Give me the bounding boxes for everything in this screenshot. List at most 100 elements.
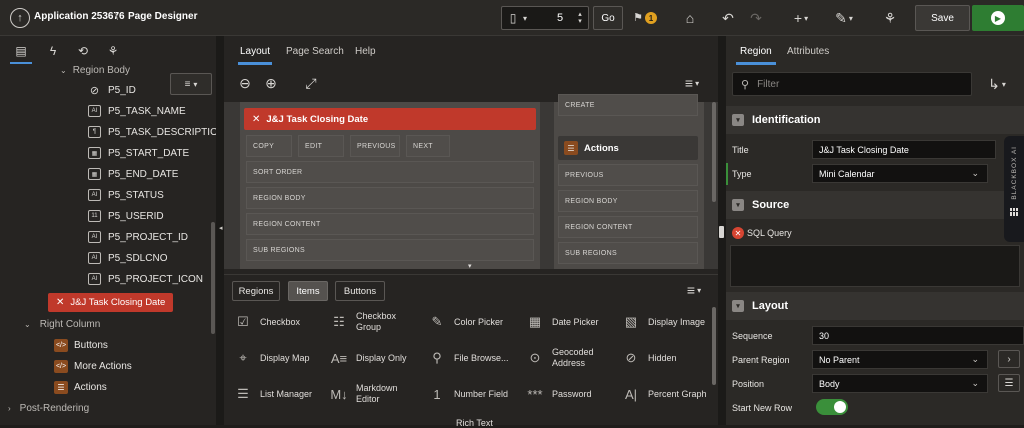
tree-menu-button[interactable]: ≡ ▾ xyxy=(170,73,212,95)
stepper-icon[interactable]: ▴ ▾ xyxy=(574,9,586,27)
gallery-item-partial[interactable]: Rich Text xyxy=(456,418,493,428)
tree-node-item[interactable]: 11 P5_USERID xyxy=(88,206,164,226)
go-button[interactable]: Go xyxy=(593,6,623,30)
tree-node-post-rendering[interactable]: › Post-Rendering xyxy=(8,398,89,418)
collapse-right-icon[interactable] xyxy=(719,226,724,238)
tree-node-item[interactable]: AI P5_PROJECT_ID xyxy=(88,227,188,247)
gallery-item[interactable]: ✎ Color Picker xyxy=(426,311,520,333)
shared-components-tab-icon[interactable]: ⚘ xyxy=(104,42,122,60)
gallery-scrollbar[interactable] xyxy=(712,307,716,385)
tree-node-item[interactable]: ▦ P5_END_DATE xyxy=(88,164,178,184)
go-to-parent-button[interactable]: › xyxy=(998,350,1020,368)
shared-components-icon[interactable]: ⚘ xyxy=(880,8,900,28)
slot-copy[interactable]: COPY xyxy=(246,135,292,157)
gallery-item[interactable]: M↓ Markdown Editor xyxy=(328,383,422,405)
collapse-left-icon[interactable]: ◂ xyxy=(219,224,223,232)
body-slot[interactable]: REGION CONTENT xyxy=(246,213,534,235)
layout-menu-icon[interactable]: ≡ ▾ xyxy=(678,74,706,92)
gallery-item[interactable]: A≡ Display Only xyxy=(328,347,422,369)
expand-icon[interactable]: ⤢ xyxy=(302,74,320,92)
gallery-item[interactable]: ▧ Display Image xyxy=(620,311,714,333)
save-button[interactable]: Save xyxy=(915,5,970,31)
run-page-button[interactable]: ▶ xyxy=(972,5,1024,31)
section-source[interactable]: ▾ Source xyxy=(726,191,1024,219)
create-menu-icon[interactable]: + ▾ xyxy=(788,8,814,28)
tree-node-item[interactable]: AI P5_SDLCNO xyxy=(88,248,167,268)
body-slot[interactable]: REGION BODY xyxy=(246,187,534,209)
tab-help[interactable]: Help xyxy=(355,46,376,57)
tree-node-region-body[interactable]: ⌄ Region Body xyxy=(60,60,130,80)
parent-region-select[interactable]: No Parent ⌄ xyxy=(812,350,988,369)
gallery-item[interactable]: *** Password xyxy=(524,383,618,405)
app-home-icon[interactable]: ↑ xyxy=(10,8,30,28)
tab-layout[interactable]: Layout xyxy=(240,46,270,57)
sql-query-editor[interactable] xyxy=(730,245,1020,287)
zoom-out-icon[interactable]: ⊖ xyxy=(236,74,254,92)
rendering-tab-icon[interactable]: ▤ xyxy=(12,42,30,60)
tree-node-item[interactable]: ▦ P5_START_DATE xyxy=(88,143,189,163)
slot-next[interactable]: NEXT xyxy=(406,135,450,157)
actions-region-header[interactable]: ☰ Actions xyxy=(558,136,698,160)
zoom-in-icon[interactable]: ⊕ xyxy=(262,74,280,92)
gallery-item[interactable]: ☰ List Manager xyxy=(232,383,326,405)
right-column-slot[interactable]: REGION BODY xyxy=(558,190,698,212)
gallery-menu-icon[interactable]: ≡ ▾ xyxy=(680,281,708,299)
utilities-wrench-icon[interactable]: ✎ ▾ xyxy=(830,8,858,28)
tree-node-buttons[interactable]: </> Buttons xyxy=(54,335,108,355)
tree-node-actions[interactable]: ☰ Actions xyxy=(54,377,107,397)
title-input[interactable]: J&J Task Closing Date xyxy=(812,140,996,159)
left-scrollbar[interactable] xyxy=(211,222,215,334)
position-list-button[interactable]: ☰ xyxy=(998,374,1020,392)
tree-node-item[interactable]: AI P5_PROJECT_ICON xyxy=(88,269,203,289)
right-column-slot[interactable]: PREVIOUS xyxy=(558,164,698,186)
redo-icon[interactable]: ↷ xyxy=(746,8,766,28)
app-title-link[interactable]: Application 253676 xyxy=(34,11,125,22)
warning-icon[interactable]: ⚑ xyxy=(631,9,645,25)
blackbox-ai-side-tab[interactable]: BLACKBOX AI xyxy=(1004,136,1024,242)
dynamic-actions-icon[interactable]: ϟ xyxy=(44,42,62,60)
tab-region[interactable]: Region xyxy=(740,46,772,57)
gallery-item[interactable]: ▦ Date Picker xyxy=(524,311,618,333)
go-to-group-icon[interactable]: ↳ ▾ xyxy=(982,74,1012,94)
start-new-row-toggle[interactable] xyxy=(816,399,848,415)
right-column-slot[interactable]: REGION CONTENT xyxy=(558,216,698,238)
page-number-input[interactable]: 5 xyxy=(557,12,563,24)
page-selector[interactable]: ▯ ▾ 5 ▴ ▾ xyxy=(501,6,589,30)
gallery-item[interactable]: ☷ Checkbox Group xyxy=(328,311,422,333)
gallery-item[interactable]: ⌖ Display Map xyxy=(232,347,326,369)
body-slot[interactable]: SUB REGIONS xyxy=(246,239,534,261)
undo-icon[interactable]: ↶ xyxy=(718,8,738,28)
gallery-tab-items[interactable]: Items xyxy=(288,281,328,301)
gallery-item[interactable]: ☑ Checkbox xyxy=(232,311,326,333)
chevron-down-icon[interactable]: ▾ xyxy=(520,11,530,25)
filter-input[interactable]: ⚲ Filter xyxy=(732,72,972,96)
gallery-item[interactable]: A| Percent Graph xyxy=(620,383,714,405)
tree-node-item[interactable]: AI P5_TASK_NAME xyxy=(88,101,186,121)
position-select[interactable]: Body ⌄ xyxy=(812,374,988,393)
slot-create[interactable]: CREATE xyxy=(558,94,698,116)
sequence-input[interactable]: 30 xyxy=(812,326,1024,345)
type-select[interactable]: Mini Calendar ⌄ xyxy=(812,164,988,183)
body-slot[interactable]: SORT ORDER xyxy=(246,161,534,183)
slot-edit[interactable]: EDIT xyxy=(298,135,344,157)
section-identification[interactable]: ▾ Identification xyxy=(726,106,1024,134)
tree-node-right-column[interactable]: ⌄ Right Column xyxy=(24,314,100,334)
gallery-item[interactable]: ⚲ File Browse... xyxy=(426,347,520,369)
section-layout[interactable]: ▾ Layout xyxy=(726,292,1024,320)
tree-node-item[interactable]: AI P5_STATUS xyxy=(88,185,164,205)
slot-previous[interactable]: PREVIOUS xyxy=(350,135,400,157)
tab-attributes[interactable]: Attributes xyxy=(787,46,829,57)
gallery-tab-regions[interactable]: Regions xyxy=(232,281,280,301)
unlock-icon[interactable]: ⌂ xyxy=(680,8,700,28)
gallery-item[interactable]: ⊙ Geocoded Address xyxy=(524,347,618,369)
gallery-tab-buttons[interactable]: Buttons xyxy=(335,281,385,301)
right-splitter[interactable] xyxy=(718,36,726,425)
left-splitter[interactable]: ◂ xyxy=(216,36,224,425)
canvas-scroll-down-icon[interactable]: ▾ xyxy=(468,262,472,270)
gallery-item[interactable]: 1 Number Field xyxy=(426,383,520,405)
right-column-slot[interactable]: SUB REGIONS xyxy=(558,242,698,264)
tree-node-more-actions[interactable]: </> More Actions xyxy=(54,356,132,376)
canvas-scrollbar[interactable] xyxy=(712,102,716,202)
tree-node-item[interactable]: ¶ P5_TASK_DESCRIPTION xyxy=(88,122,225,142)
tree-node-item[interactable]: ⊘ P5_ID xyxy=(88,80,136,100)
